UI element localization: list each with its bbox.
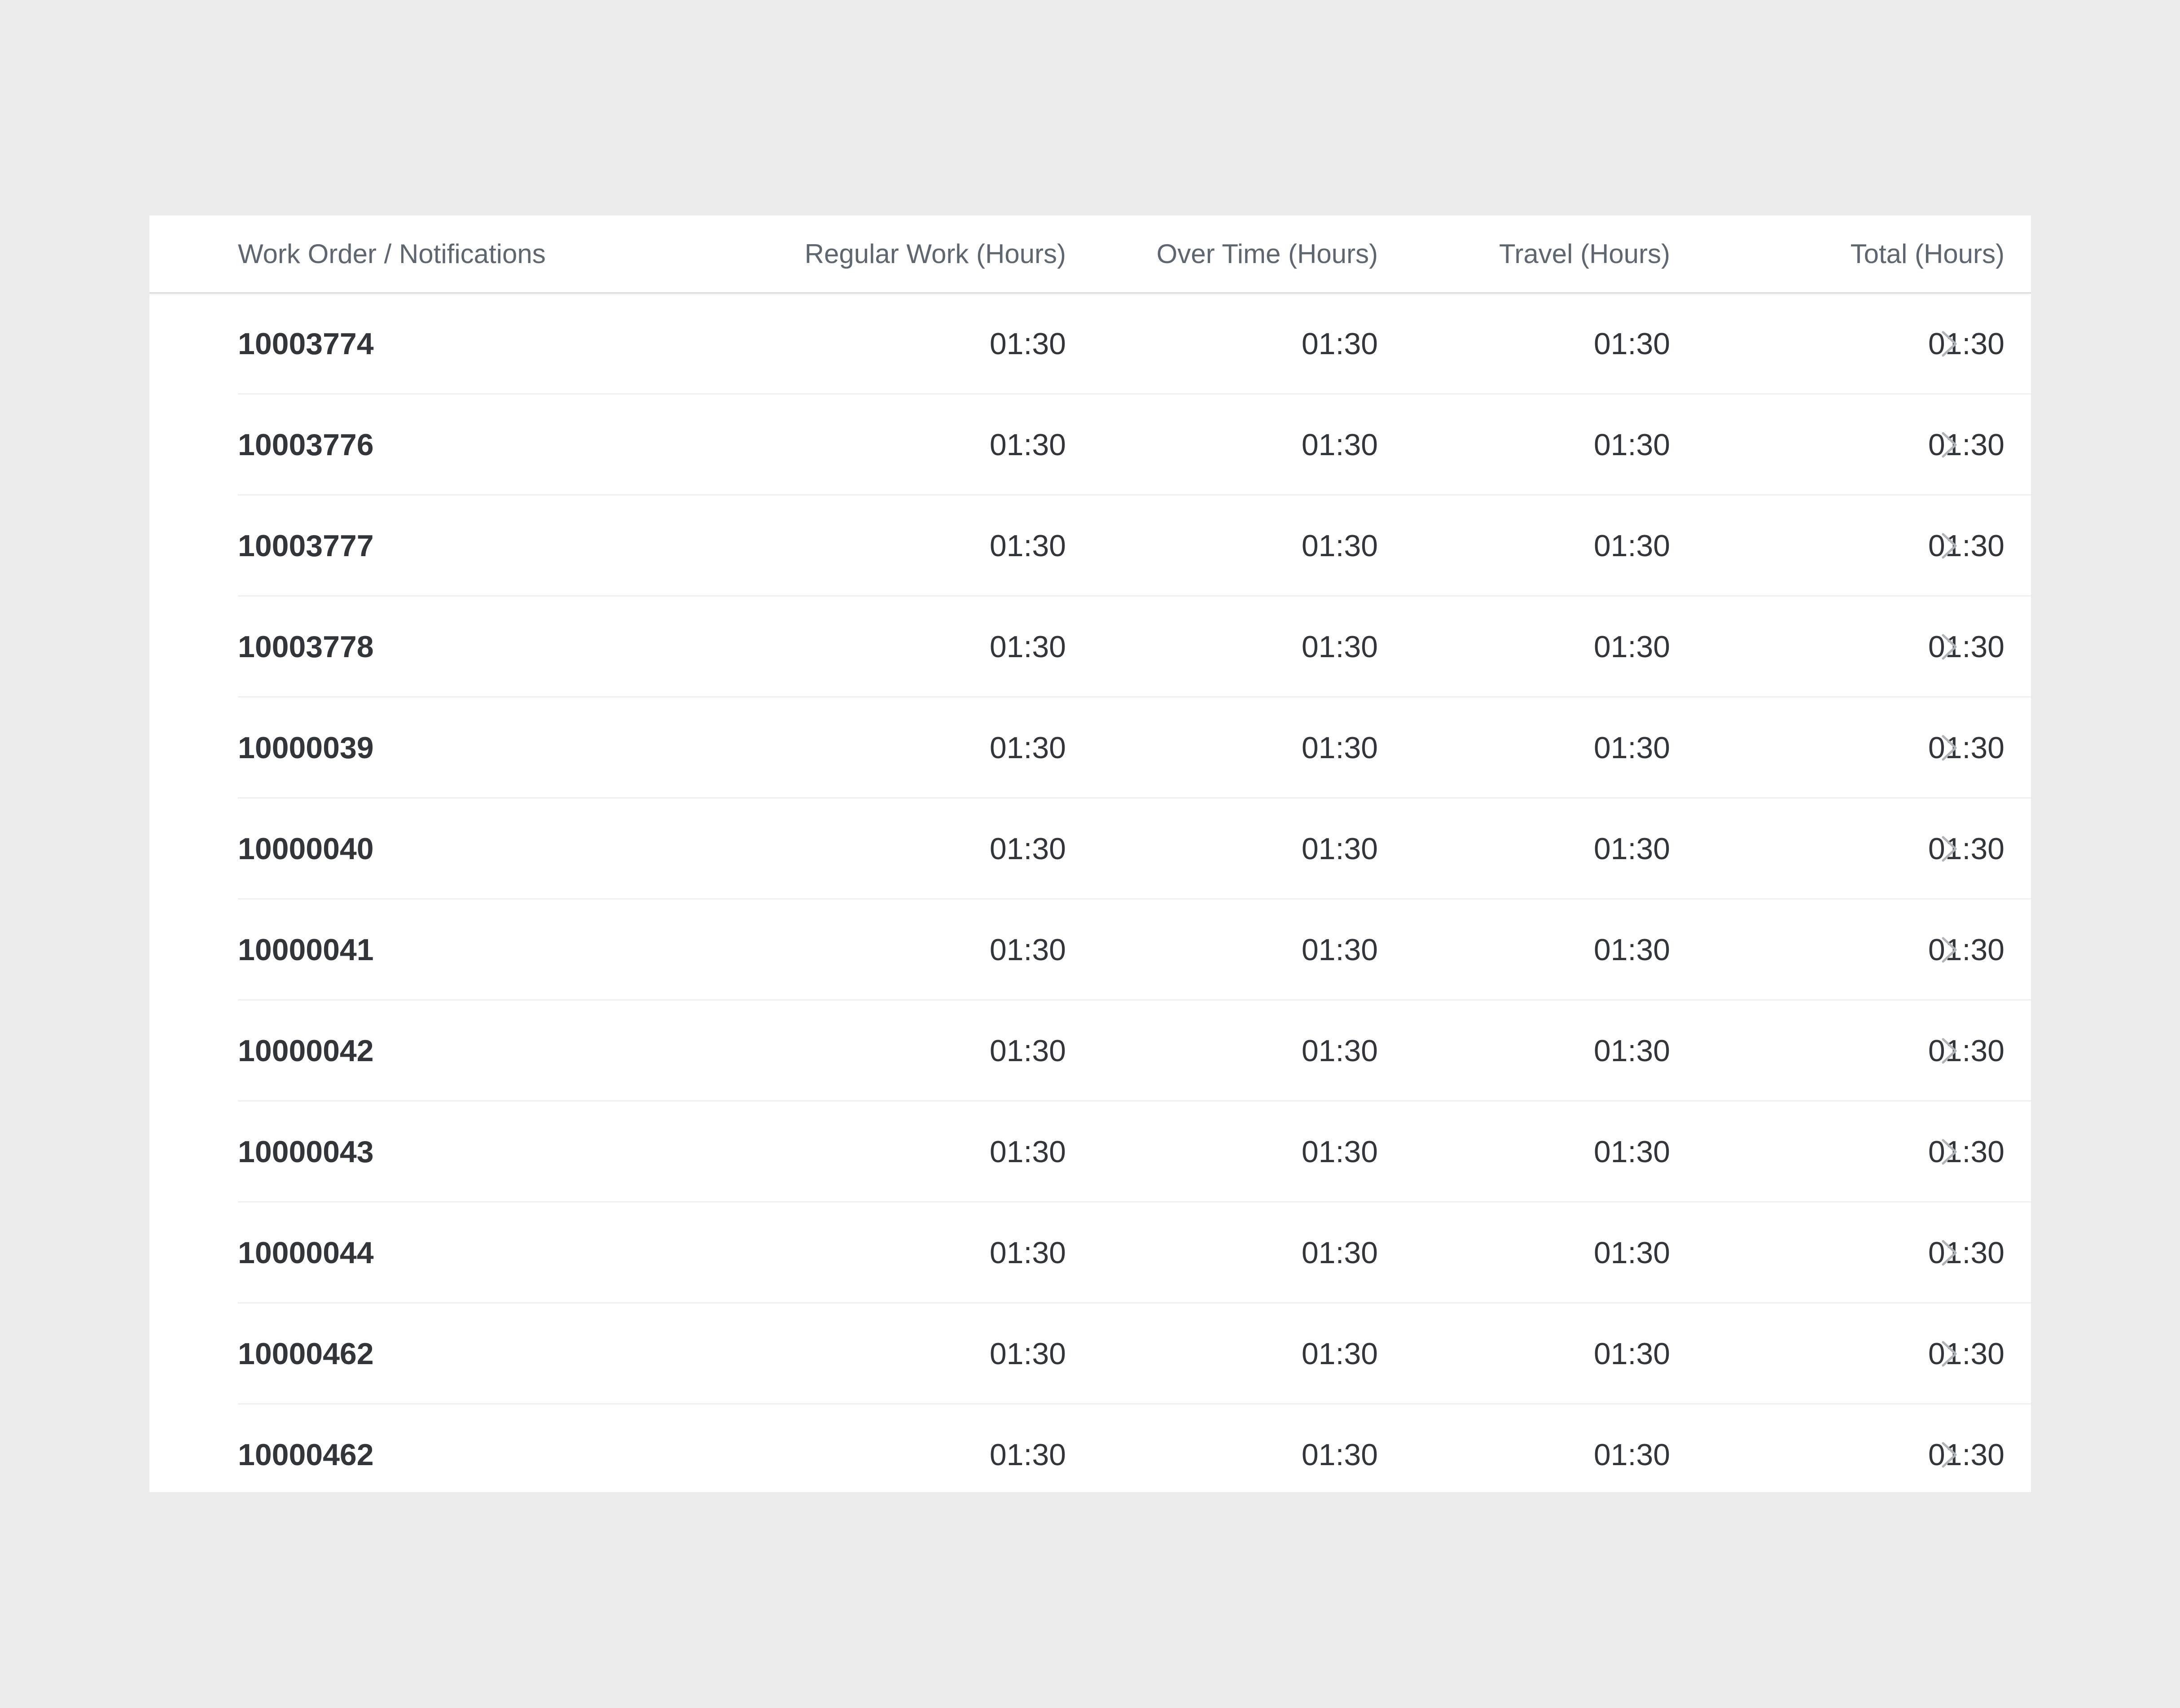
over-time-hours: 01:30 <box>1301 731 1378 765</box>
regular-work-hours: 01:30 <box>989 428 1066 462</box>
regular-work-hours: 01:30 <box>989 1236 1066 1270</box>
chevron-right-icon[interactable] <box>1927 395 1981 496</box>
work-order-id: 10000040 <box>238 832 374 866</box>
regular-work-hours: 01:30 <box>989 933 1066 967</box>
header-work-order[interactable]: Work Order / Notifications <box>238 215 546 292</box>
travel-hours: 01:30 <box>1593 1438 1670 1472</box>
chevron-right-icon[interactable] <box>1927 799 1981 900</box>
header-over-time[interactable]: Over Time (Hours) <box>1092 215 1378 292</box>
travel-hours: 01:30 <box>1593 630 1670 664</box>
header-total[interactable]: Total (Hours) <box>1676 215 2005 292</box>
travel-hours: 01:30 <box>1593 832 1670 866</box>
regular-work-hours: 01:30 <box>989 529 1066 563</box>
chevron-right-icon[interactable] <box>1927 1405 1981 1492</box>
over-time-hours: 01:30 <box>1301 1438 1378 1472</box>
work-order-id: 10000041 <box>238 933 374 967</box>
work-order-id: 10003777 <box>238 529 374 563</box>
regular-work-hours: 01:30 <box>989 630 1066 664</box>
over-time-hours: 01:30 <box>1301 1337 1378 1371</box>
regular-work-hours: 01:30 <box>989 1135 1066 1169</box>
over-time-hours: 01:30 <box>1301 832 1378 866</box>
regular-work-hours: 01:30 <box>989 1438 1066 1472</box>
travel-hours: 01:30 <box>1593 933 1670 967</box>
work-order-id: 10003778 <box>238 630 374 664</box>
table-row[interactable]: 10003778 01:30 01:30 01:30 01:30 <box>149 597 2031 698</box>
header-travel[interactable]: Travel (Hours) <box>1406 215 1670 292</box>
table-row[interactable]: 10003776 01:30 01:30 01:30 01:30 <box>149 395 2031 496</box>
work-order-id: 10000462 <box>238 1438 374 1472</box>
table-row[interactable]: 10000040 01:30 01:30 01:30 01:30 <box>149 799 2031 900</box>
work-order-id: 10000039 <box>238 731 374 765</box>
travel-hours: 01:30 <box>1593 1236 1670 1270</box>
travel-hours: 01:30 <box>1593 1135 1670 1169</box>
table-row[interactable]: 10000462 01:30 01:30 01:30 01:30 <box>149 1304 2031 1405</box>
chevron-right-icon[interactable] <box>1927 1304 1981 1405</box>
table-row[interactable]: 10003774 01:30 01:30 01:30 01:30 <box>149 294 2031 395</box>
work-order-id: 10000044 <box>238 1236 374 1270</box>
regular-work-hours: 01:30 <box>989 327 1066 361</box>
chevron-right-icon[interactable] <box>1927 496 1981 597</box>
travel-hours: 01:30 <box>1593 529 1670 563</box>
chevron-right-icon[interactable] <box>1927 1102 1981 1203</box>
work-order-id: 10000042 <box>238 1034 374 1068</box>
over-time-hours: 01:30 <box>1301 933 1378 967</box>
regular-work-hours: 01:30 <box>989 731 1066 765</box>
header-regular-work[interactable]: Regular Work (Hours) <box>643 215 1066 292</box>
work-hours-table: Work Order / Notifications Regular Work … <box>149 215 2031 1492</box>
table-header: Work Order / Notifications Regular Work … <box>149 215 2031 294</box>
over-time-hours: 01:30 <box>1301 428 1378 462</box>
work-order-id: 10000043 <box>238 1135 374 1169</box>
table-row[interactable]: 10003777 01:30 01:30 01:30 01:30 <box>149 496 2031 597</box>
chevron-right-icon[interactable] <box>1927 900 1981 1001</box>
travel-hours: 01:30 <box>1593 428 1670 462</box>
over-time-hours: 01:30 <box>1301 529 1378 563</box>
work-order-id: 10003774 <box>238 327 374 361</box>
over-time-hours: 01:30 <box>1301 327 1378 361</box>
chevron-right-icon[interactable] <box>1927 1203 1981 1304</box>
regular-work-hours: 01:30 <box>989 832 1066 866</box>
over-time-hours: 01:30 <box>1301 630 1378 664</box>
over-time-hours: 01:30 <box>1301 1135 1378 1169</box>
over-time-hours: 01:30 <box>1301 1034 1378 1068</box>
table-row[interactable]: 10000044 01:30 01:30 01:30 01:30 <box>149 1203 2031 1304</box>
work-order-id: 10003776 <box>238 428 374 462</box>
travel-hours: 01:30 <box>1593 731 1670 765</box>
travel-hours: 01:30 <box>1593 327 1670 361</box>
regular-work-hours: 01:30 <box>989 1337 1066 1371</box>
chevron-right-icon[interactable] <box>1927 1001 1981 1102</box>
chevron-right-icon[interactable] <box>1927 597 1981 698</box>
travel-hours: 01:30 <box>1593 1337 1670 1371</box>
chevron-right-icon[interactable] <box>1927 698 1981 799</box>
work-order-id: 10000462 <box>238 1337 374 1371</box>
table-row[interactable]: 10000039 01:30 01:30 01:30 01:30 <box>149 698 2031 799</box>
table-row[interactable]: 10000042 01:30 01:30 01:30 01:30 <box>149 1001 2031 1102</box>
table-row[interactable]: 10000462 01:30 01:30 01:30 01:30 <box>149 1405 2031 1492</box>
travel-hours: 01:30 <box>1593 1034 1670 1068</box>
regular-work-hours: 01:30 <box>989 1034 1066 1068</box>
over-time-hours: 01:30 <box>1301 1236 1378 1270</box>
table-row[interactable]: 10000043 01:30 01:30 01:30 01:30 <box>149 1102 2031 1203</box>
table-row[interactable]: 10000041 01:30 01:30 01:30 01:30 <box>149 900 2031 1001</box>
chevron-right-icon[interactable] <box>1927 294 1981 395</box>
